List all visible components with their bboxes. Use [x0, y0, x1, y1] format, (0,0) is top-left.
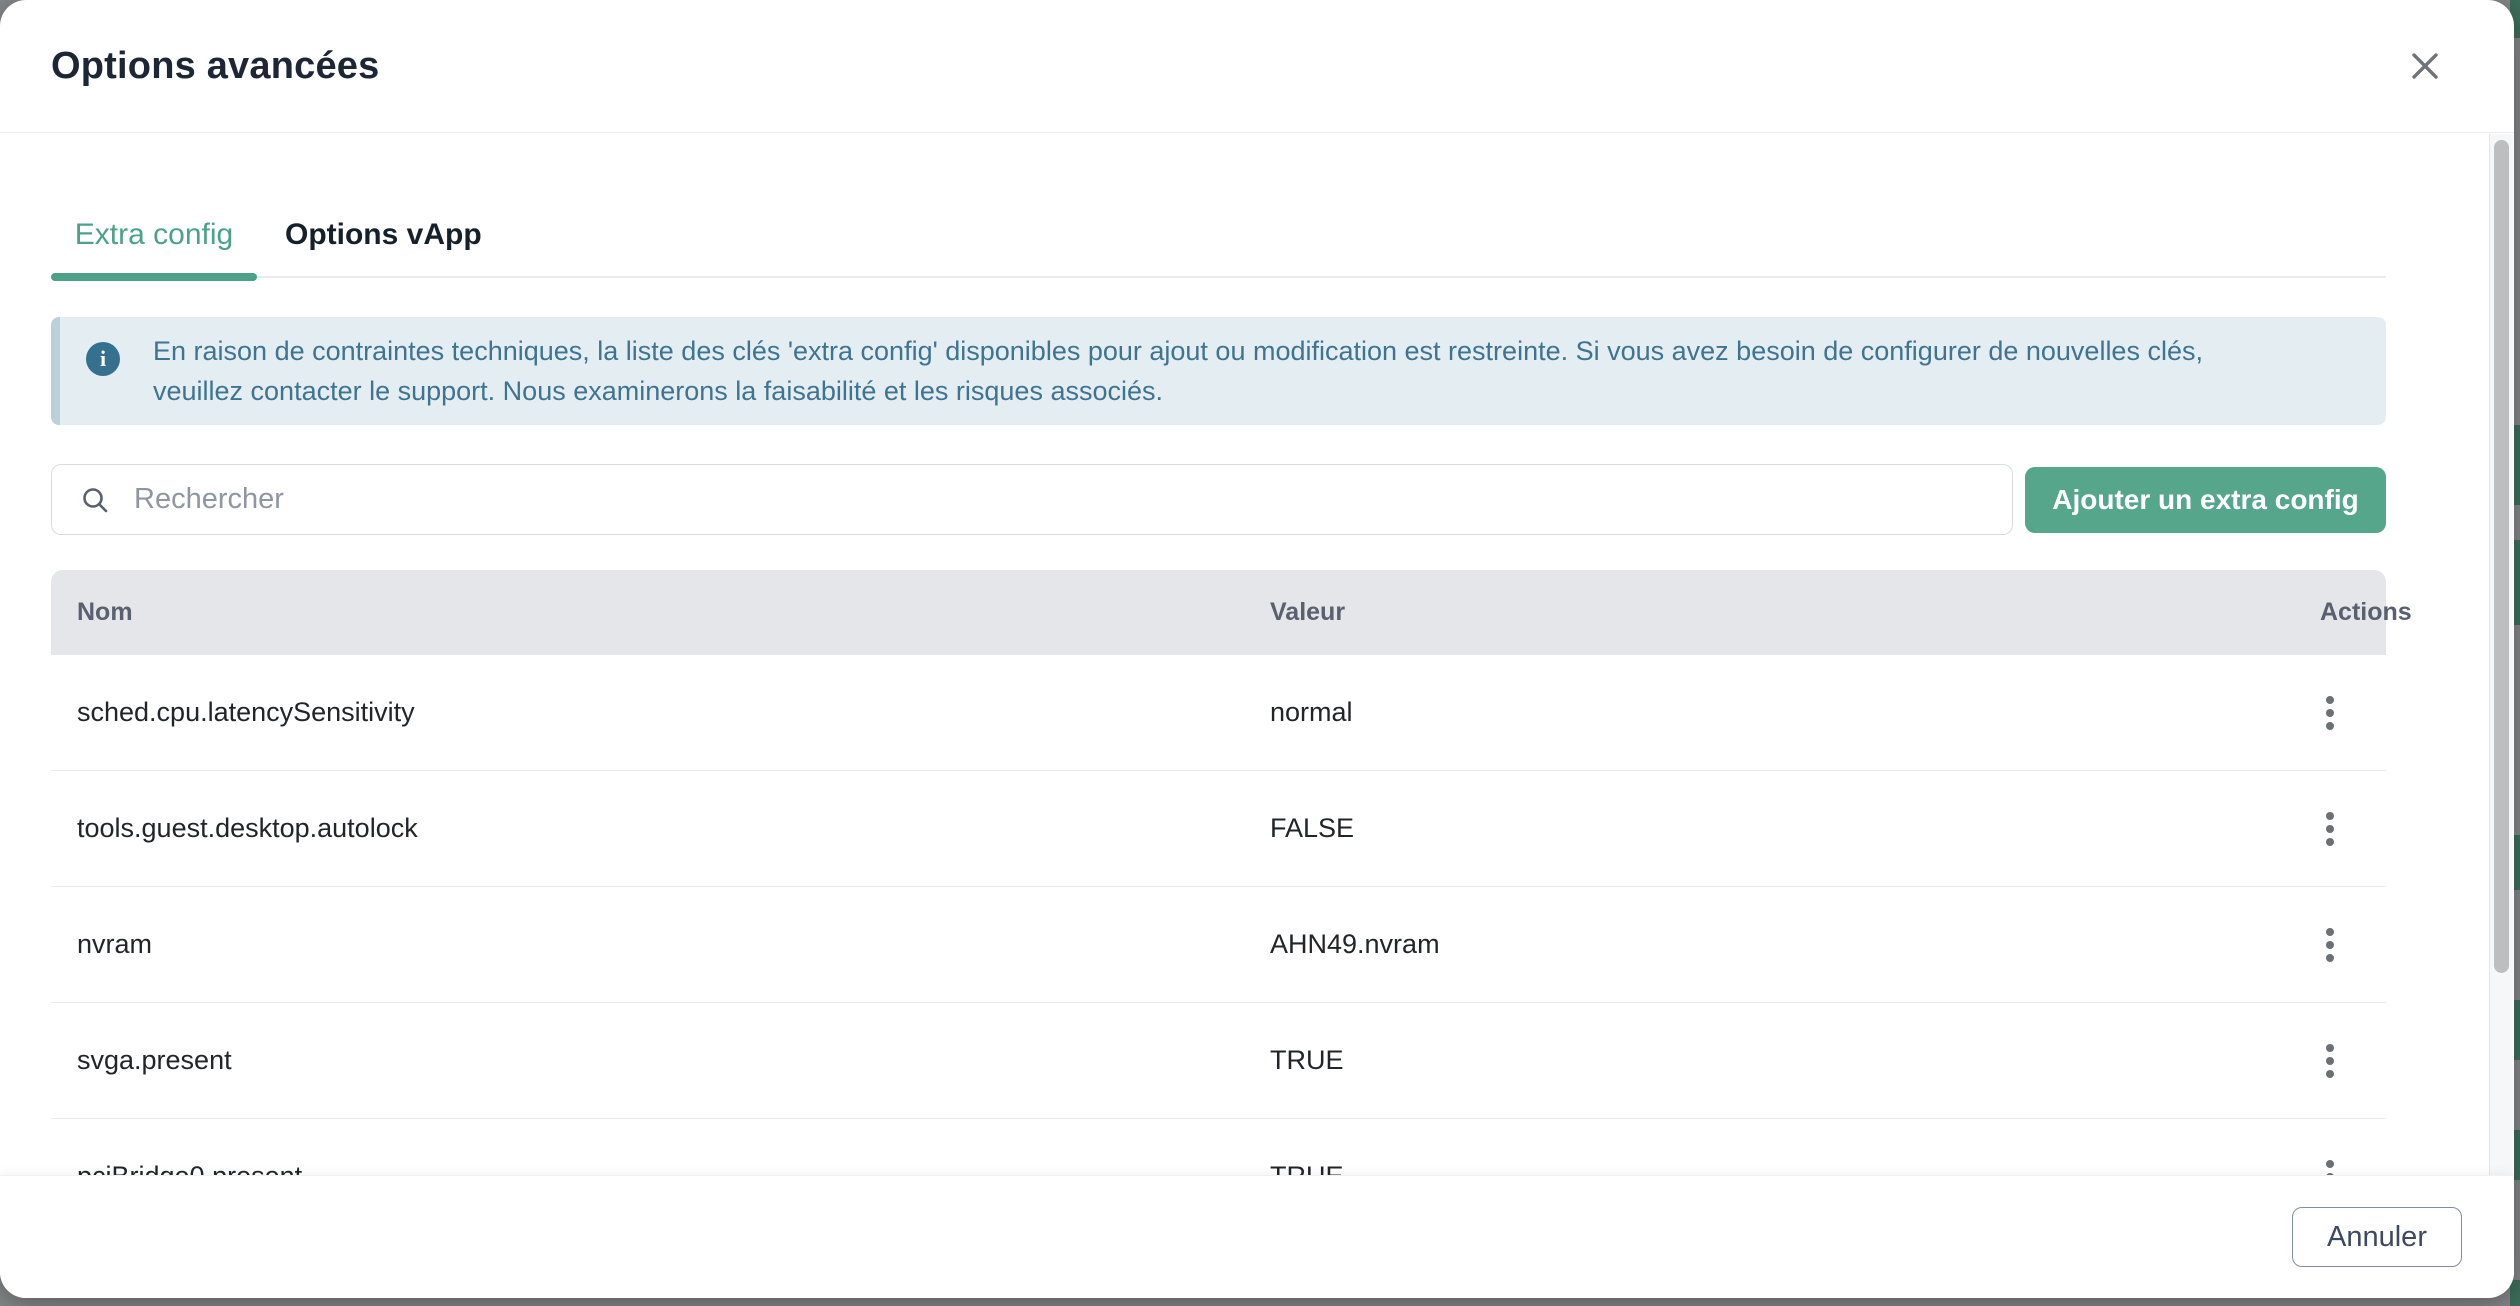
scrollbar-thumb[interactable] [2494, 140, 2509, 973]
table-row: sched.cpu.latencySensitivity normal [51, 655, 2386, 771]
config-key: nvram [77, 929, 1270, 960]
kebab-dot [2326, 696, 2334, 704]
config-key: svga.present [77, 1045, 1270, 1076]
column-header-valeur: Valeur [1270, 598, 2320, 627]
search-box[interactable] [51, 464, 2013, 535]
kebab-dot [2326, 1070, 2334, 1078]
advanced-options-dialog: Options avancées Extra config Options vA… [0, 0, 2514, 1298]
tab-options-vapp-label: Options vApp [285, 218, 482, 252]
kebab-dot [2326, 1057, 2334, 1065]
config-value: FALSE [1270, 813, 2320, 844]
dialog-body: Extra config Options vApp i En raison de… [0, 134, 2514, 1298]
row-actions-menu-button[interactable] [2320, 922, 2340, 968]
table-row: svga.present TRUE [51, 1003, 2386, 1119]
table-body: sched.cpu.latencySensitivity normal tool… [51, 655, 2386, 1235]
kebab-dot [2326, 722, 2334, 730]
search-icon [80, 485, 110, 515]
column-header-actions: Actions [2320, 598, 2412, 627]
dialog-title: Options avancées [51, 45, 379, 88]
add-extra-config-button[interactable]: Ajouter un extra config [2025, 467, 2386, 533]
kebab-dot [2326, 954, 2334, 962]
kebab-dot [2326, 812, 2334, 820]
row-actions-menu-button[interactable] [2320, 1038, 2340, 1084]
tab-bar: Extra config Options vApp [51, 218, 2386, 278]
config-key: tools.guest.desktop.autolock [77, 813, 1270, 844]
close-icon [2410, 51, 2440, 81]
info-icon: i [86, 342, 120, 376]
kebab-dot [2326, 1044, 2334, 1052]
cancel-button[interactable]: Annuler [2292, 1207, 2462, 1267]
config-value: normal [1270, 697, 2320, 728]
info-banner: i En raison de contraintes techniques, l… [51, 317, 2386, 425]
kebab-dot [2326, 709, 2334, 717]
tab-options-vapp[interactable]: Options vApp [285, 218, 482, 276]
tab-extra-config-label: Extra config [75, 218, 233, 252]
row-actions-menu-button[interactable] [2320, 690, 2340, 736]
kebab-dot [2326, 928, 2334, 936]
info-banner-line-1: En raison de contraintes techniques, la … [153, 331, 2203, 371]
close-button[interactable] [2403, 44, 2447, 88]
dialog-header: Options avancées [0, 0, 2514, 133]
config-value: TRUE [1270, 1045, 2320, 1076]
extra-config-table: Nom Valeur Actions sched.cpu.latencySens… [51, 570, 2386, 1235]
table-row: nvram AHN49.nvram [51, 887, 2386, 1003]
dialog-scrollbar[interactable] [2489, 134, 2513, 1175]
info-banner-text: En raison de contraintes techniques, la … [153, 331, 2203, 411]
config-value: AHN49.nvram [1270, 929, 2320, 960]
search-input[interactable] [132, 482, 1988, 517]
kebab-dot [2326, 838, 2334, 846]
dialog-footer: Annuler [0, 1175, 2514, 1298]
row-actions-menu-button[interactable] [2320, 806, 2340, 852]
tab-extra-config[interactable]: Extra config [51, 218, 257, 276]
kebab-dot [2326, 1160, 2334, 1168]
table-header: Nom Valeur Actions [51, 570, 2386, 655]
config-key: sched.cpu.latencySensitivity [77, 697, 1270, 728]
table-row: tools.guest.desktop.autolock FALSE [51, 771, 2386, 887]
kebab-dot [2326, 825, 2334, 833]
column-header-nom: Nom [77, 598, 1270, 627]
table-toolbar: Ajouter un extra config [51, 464, 2386, 535]
info-banner-line-2: veuillez contacter le support. Nous exam… [153, 371, 2203, 411]
kebab-dot [2326, 941, 2334, 949]
